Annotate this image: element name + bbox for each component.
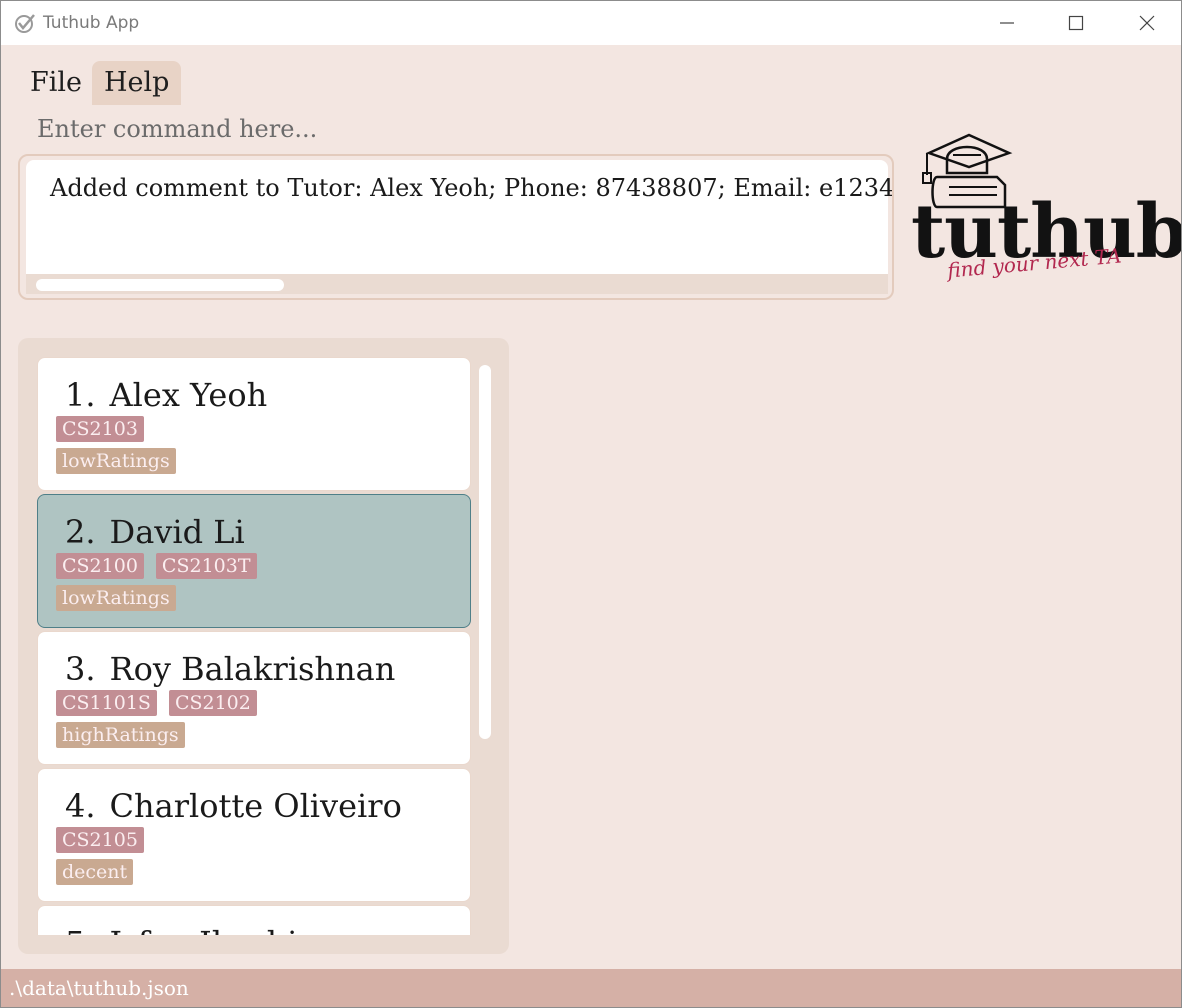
- minimize-icon: [1000, 22, 1014, 24]
- module-tag: CS2103T: [155, 553, 257, 579]
- title-bar: Tuthub App: [1, 1, 1181, 45]
- module-tags: CS1101S CS2102: [56, 690, 257, 716]
- tutor-name: 5. Irfan Ibrahim: [65, 924, 328, 935]
- app-window: Tuthub App File Help Added comment to Tu…: [0, 0, 1182, 1008]
- tutor-name: 4. Charlotte Oliveiro: [65, 787, 402, 825]
- rating-tag: decent: [56, 859, 134, 885]
- tutor-list-panel: 1. Alex Yeoh CS2103 lowRatings 2. David Li CS2…: [18, 338, 509, 954]
- window-title: Tuthub App: [43, 13, 140, 33]
- tutor-name-text: Irfan Ibrahim: [110, 924, 328, 935]
- tutor-name-text: Charlotte Oliveiro: [109, 787, 402, 825]
- status-bar: .\data\tuthub.json: [1, 969, 1181, 1007]
- module-tag: CS2103: [56, 416, 144, 442]
- module-tags: CS2103: [56, 416, 144, 442]
- app-check-icon: [15, 14, 35, 33]
- tutor-index: 4.: [65, 787, 96, 825]
- data-file-path: .\data\tuthub.json: [9, 976, 189, 1000]
- module-tag: CS2105: [56, 827, 144, 853]
- module-tags: CS2105: [56, 827, 144, 853]
- result-horizontal-scrollbar[interactable]: [26, 274, 888, 294]
- tutor-name-text: David Li: [109, 513, 245, 551]
- tutor-card[interactable]: 5. Irfan Ibrahim: [37, 905, 471, 935]
- module-tag: CS2100: [56, 553, 144, 579]
- rating-tag: lowRatings: [56, 585, 176, 611]
- maximize-icon: [1068, 15, 1084, 31]
- tutor-name: 2. David Li: [65, 513, 245, 551]
- result-display: Added comment to Tutor: Alex Yeoh; Phone…: [18, 154, 894, 300]
- result-message: Added comment to Tutor: Alex Yeoh; Phone…: [50, 174, 894, 202]
- result-text-area[interactable]: Added comment to Tutor: Alex Yeoh; Phone…: [26, 160, 892, 274]
- tutor-card[interactable]: 1. Alex Yeoh CS2103 lowRatings: [37, 357, 471, 491]
- rating-tag: lowRatings: [56, 448, 176, 474]
- rating-tags: lowRatings: [56, 585, 176, 611]
- tutor-name: 1. Alex Yeoh: [65, 376, 267, 414]
- minimize-button[interactable]: [985, 7, 1029, 39]
- close-button[interactable]: [1125, 7, 1169, 39]
- rating-tags: lowRatings: [56, 448, 176, 474]
- close-icon: [1139, 15, 1155, 31]
- command-input[interactable]: [23, 109, 921, 149]
- tutor-card[interactable]: 3. Roy Balakrishnan CS1101S CS2102 highRatin…: [37, 631, 471, 765]
- module-tag: CS2102: [168, 690, 257, 716]
- tutor-card[interactable]: 4. Charlotte Oliveiro CS2105 decent: [37, 768, 471, 902]
- rating-tag: highRatings: [56, 722, 185, 748]
- tutor-list[interactable]: 1. Alex Yeoh CS2103 lowRatings 2. David Li CS2…: [37, 357, 473, 935]
- tutor-name: 3. Roy Balakrishnan: [65, 650, 395, 688]
- tutor-name-text: Alex Yeoh: [109, 376, 268, 414]
- tutor-index: 5.: [65, 924, 96, 935]
- tutor-index: 3.: [65, 650, 96, 688]
- tuthub-logo: tuthub. find your next TA: [909, 133, 1181, 298]
- rating-tags: decent: [56, 859, 134, 885]
- tutor-index: 2.: [65, 513, 96, 551]
- module-tag: CS1101S: [56, 690, 157, 716]
- menu-help[interactable]: Help: [92, 61, 182, 105]
- module-tags: CS2100 CS2103T: [56, 553, 257, 579]
- tutor-name-text: Roy Balakrishnan: [109, 650, 396, 688]
- rating-tags: highRatings: [56, 722, 185, 748]
- menu-file[interactable]: File: [18, 61, 94, 105]
- result-scroll-thumb[interactable]: [36, 279, 284, 291]
- maximize-button[interactable]: [1054, 7, 1098, 39]
- tutor-list-scrollbar[interactable]: [479, 365, 491, 739]
- tutor-card[interactable]: 2. David Li CS2100 CS2103T lowRatings: [37, 494, 471, 628]
- tutor-index: 1.: [65, 376, 96, 414]
